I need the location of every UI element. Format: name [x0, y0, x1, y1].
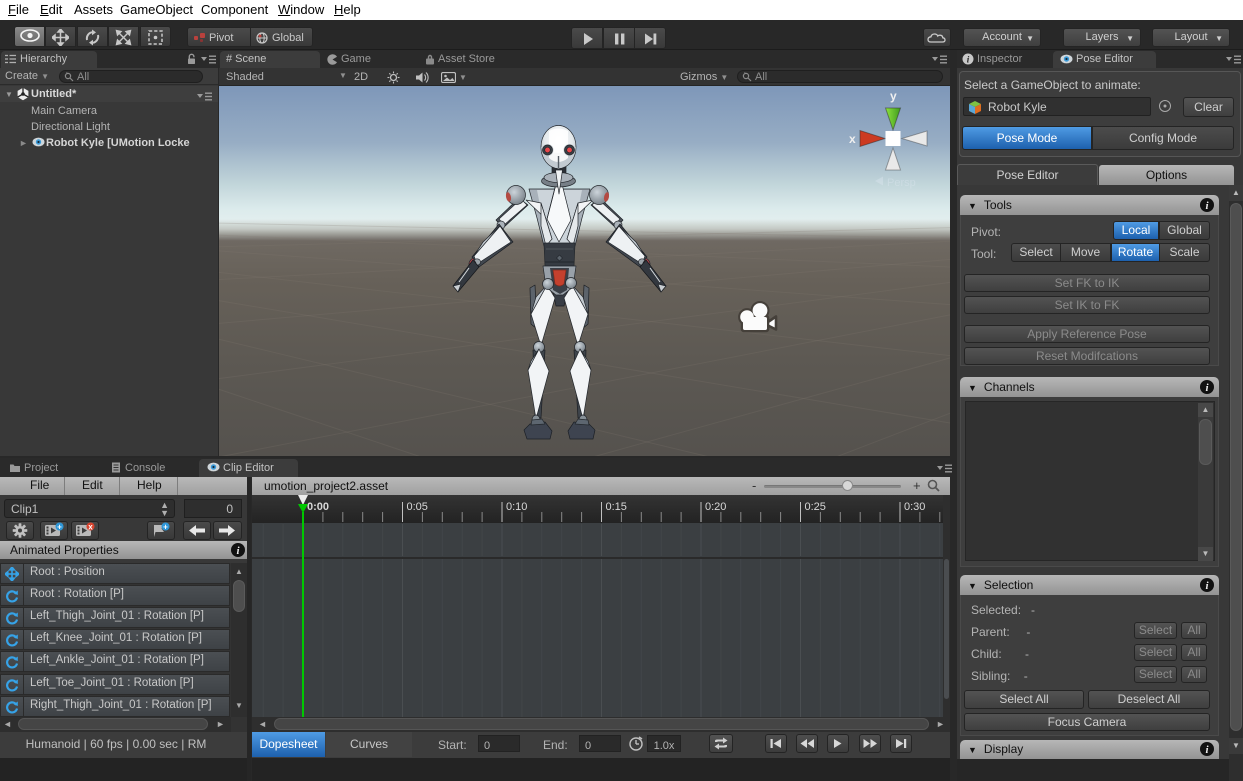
svg-text:0:10: 0:10 — [506, 501, 527, 513]
svg-text:x: x — [88, 523, 93, 532]
svg-text:0:05: 0:05 — [407, 501, 428, 513]
svg-text:0:00: 0:00 — [307, 501, 329, 513]
svg-text:+: + — [163, 523, 168, 532]
svg-text:0:25: 0:25 — [805, 501, 826, 513]
svg-text:Persp: Persp — [887, 177, 916, 189]
svg-text:x: x — [849, 132, 856, 146]
svg-text:+: + — [57, 523, 62, 532]
svg-text:0:30: 0:30 — [904, 501, 925, 513]
svg-text:0:15: 0:15 — [606, 501, 627, 513]
svg-text:0:20: 0:20 — [705, 501, 726, 513]
svg-text:y: y — [890, 89, 897, 103]
